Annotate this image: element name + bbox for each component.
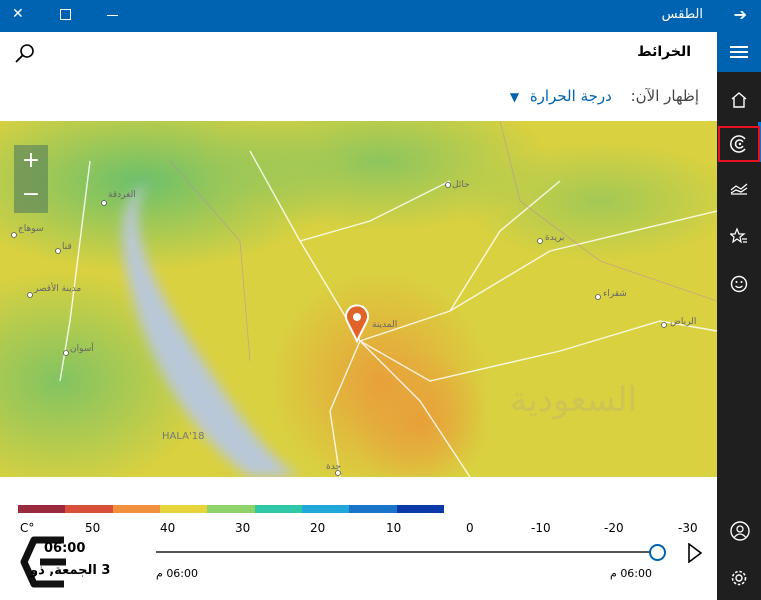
legend-label: -20	[604, 521, 624, 535]
timeline-end-label: 06:00 م	[610, 567, 653, 580]
title-bar: ✕ الطقس ➔	[0, 0, 761, 32]
legend-label: -10	[531, 521, 551, 535]
back-arrow-icon[interactable]: ➔	[734, 5, 747, 24]
legend-unit: C°	[20, 521, 35, 535]
timeline-start-label: 06:00 م	[156, 567, 199, 580]
temperature-legend	[18, 505, 444, 513]
legend-labels: C° 50 40 30 20 10 0 -10 -20 -30	[0, 521, 717, 537]
maximize-icon[interactable]	[60, 9, 71, 20]
hamburger-menu-icon[interactable]	[717, 32, 761, 72]
search-icon[interactable]	[14, 42, 36, 68]
current-date: 3 الجمعة, ذو	[30, 563, 110, 578]
legend-swatch	[18, 505, 66, 513]
chevron-down-icon[interactable]: ▼	[510, 90, 519, 104]
map-label-sohag: سوهاج	[18, 224, 44, 234]
legend-label: 40	[160, 521, 176, 535]
legend-swatch	[301, 505, 350, 513]
legend-swatch	[112, 505, 160, 513]
map-label-luxor: مدينة الأقصر	[33, 282, 81, 294]
legend-swatch	[254, 505, 302, 513]
map-label-country: السعودية	[510, 380, 637, 420]
map-label-hail: حائل	[452, 180, 470, 190]
nav-news-icon[interactable]	[717, 216, 761, 256]
zoom-in-button[interactable]: +	[14, 145, 48, 179]
timeline-track[interactable]	[156, 551, 656, 553]
legend-label: -30	[678, 521, 698, 535]
page-title: الخرائط	[637, 44, 691, 60]
zoom-out-button[interactable]: −	[14, 179, 48, 213]
map-label-qena: قنا	[62, 242, 72, 252]
legend-swatch	[349, 505, 397, 513]
legend-swatch	[65, 505, 113, 513]
current-date-text: الجمعة, ذو	[30, 563, 97, 578]
map-label-riyadh: الرياض	[670, 317, 696, 327]
legend-swatch	[207, 505, 255, 513]
legend-label: 50	[85, 521, 101, 535]
map-label-hala: HALA'18	[162, 431, 204, 442]
nav-rail	[717, 32, 761, 600]
settings-icon[interactable]	[717, 558, 761, 598]
legend-swatch	[396, 505, 444, 513]
window-title: الطقس	[661, 7, 703, 22]
current-date-prefix: 3	[101, 563, 111, 578]
legend-label: 20	[310, 521, 326, 535]
map-label-hurghada: الغردقة	[108, 190, 136, 200]
timeline-thumb[interactable]	[649, 544, 666, 561]
legend-label: 10	[386, 521, 402, 535]
show-now-row: إظهار الآن: درجة الحرارة ▼	[510, 87, 699, 105]
legend-swatch	[159, 505, 208, 513]
legend-label: 0	[466, 521, 474, 535]
map-label-shaqra: شقراء	[603, 289, 627, 299]
close-icon[interactable]: ✕	[12, 6, 24, 22]
minimize-icon[interactable]	[107, 15, 118, 16]
map-label-madinah: المدينة	[372, 320, 397, 330]
show-now-label: إظهار الآن:	[630, 87, 699, 105]
weather-map[interactable]: الغردقة سوهاج قنا مدينة الأقصر أسوان حائ…	[0, 121, 717, 477]
account-icon[interactable]	[717, 510, 761, 550]
zoom-control: + −	[14, 145, 48, 213]
legend-label: 30	[235, 521, 251, 535]
map-label-aswan: أسوان	[70, 342, 94, 354]
nav-historical-icon[interactable]	[717, 168, 761, 208]
nav-home-icon[interactable]	[717, 80, 761, 120]
nav-smiley-icon[interactable]	[717, 264, 761, 304]
layer-select[interactable]: درجة الحرارة	[530, 87, 612, 105]
play-icon[interactable]	[687, 542, 703, 567]
selected-highlight	[718, 126, 760, 162]
map-label-buraydah: بريدة	[545, 233, 564, 243]
current-time: 06:00	[44, 541, 86, 556]
